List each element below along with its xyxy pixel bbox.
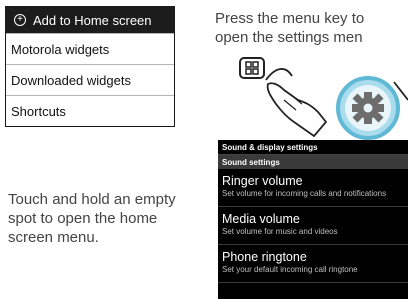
setting-desc: Set volume for music and videos	[222, 227, 338, 236]
pointing-hand-icon	[266, 82, 328, 138]
menu-item-motorola-widgets[interactable]: Motorola widgets	[6, 33, 174, 64]
phone-settings-screen: Sound & display settings Sound settings …	[218, 140, 408, 299]
gear-icon	[336, 76, 400, 140]
setting-desc: Set volume for incoming calls and notifi…	[222, 189, 387, 198]
setting-desc: Set your default incoming call ringtone	[222, 265, 358, 274]
setting-ringer-volume[interactable]: Ringer volume Set volume for incoming ca…	[218, 169, 408, 207]
setting-title: Media volume	[222, 212, 300, 226]
menu-header: + Add to Home screen	[6, 7, 174, 33]
phone-section-header: Sound settings	[218, 155, 408, 169]
add-to-home-menu: + Add to Home screen Motorola widgets Do…	[5, 6, 175, 127]
caption-menu-key: Press the menu key to open the settings …	[215, 9, 408, 47]
caption-line-1: Press the menu key to	[215, 10, 365, 27]
menu-title: Add to Home screen	[33, 12, 152, 28]
menu-key-icon	[239, 57, 265, 79]
plus-circle-icon: +	[14, 14, 26, 26]
menu-item-shortcuts[interactable]: Shortcuts	[6, 95, 174, 126]
setting-title: Phone ringtone	[222, 250, 307, 264]
phone-title: Sound & display settings	[218, 140, 408, 155]
setting-phone-ringtone[interactable]: Phone ringtone Set your default incoming…	[218, 245, 408, 283]
menu-key-illustration	[239, 57, 408, 140]
caption-line-2: open the settings men	[215, 29, 363, 46]
menu-item-downloaded-widgets[interactable]: Downloaded widgets	[6, 64, 174, 95]
setting-title: Ringer volume	[222, 174, 303, 188]
setting-media-volume[interactable]: Media volume Set volume for music and vi…	[218, 207, 408, 245]
caption-home-menu: Touch and hold an empty spot to open the…	[8, 191, 176, 246]
